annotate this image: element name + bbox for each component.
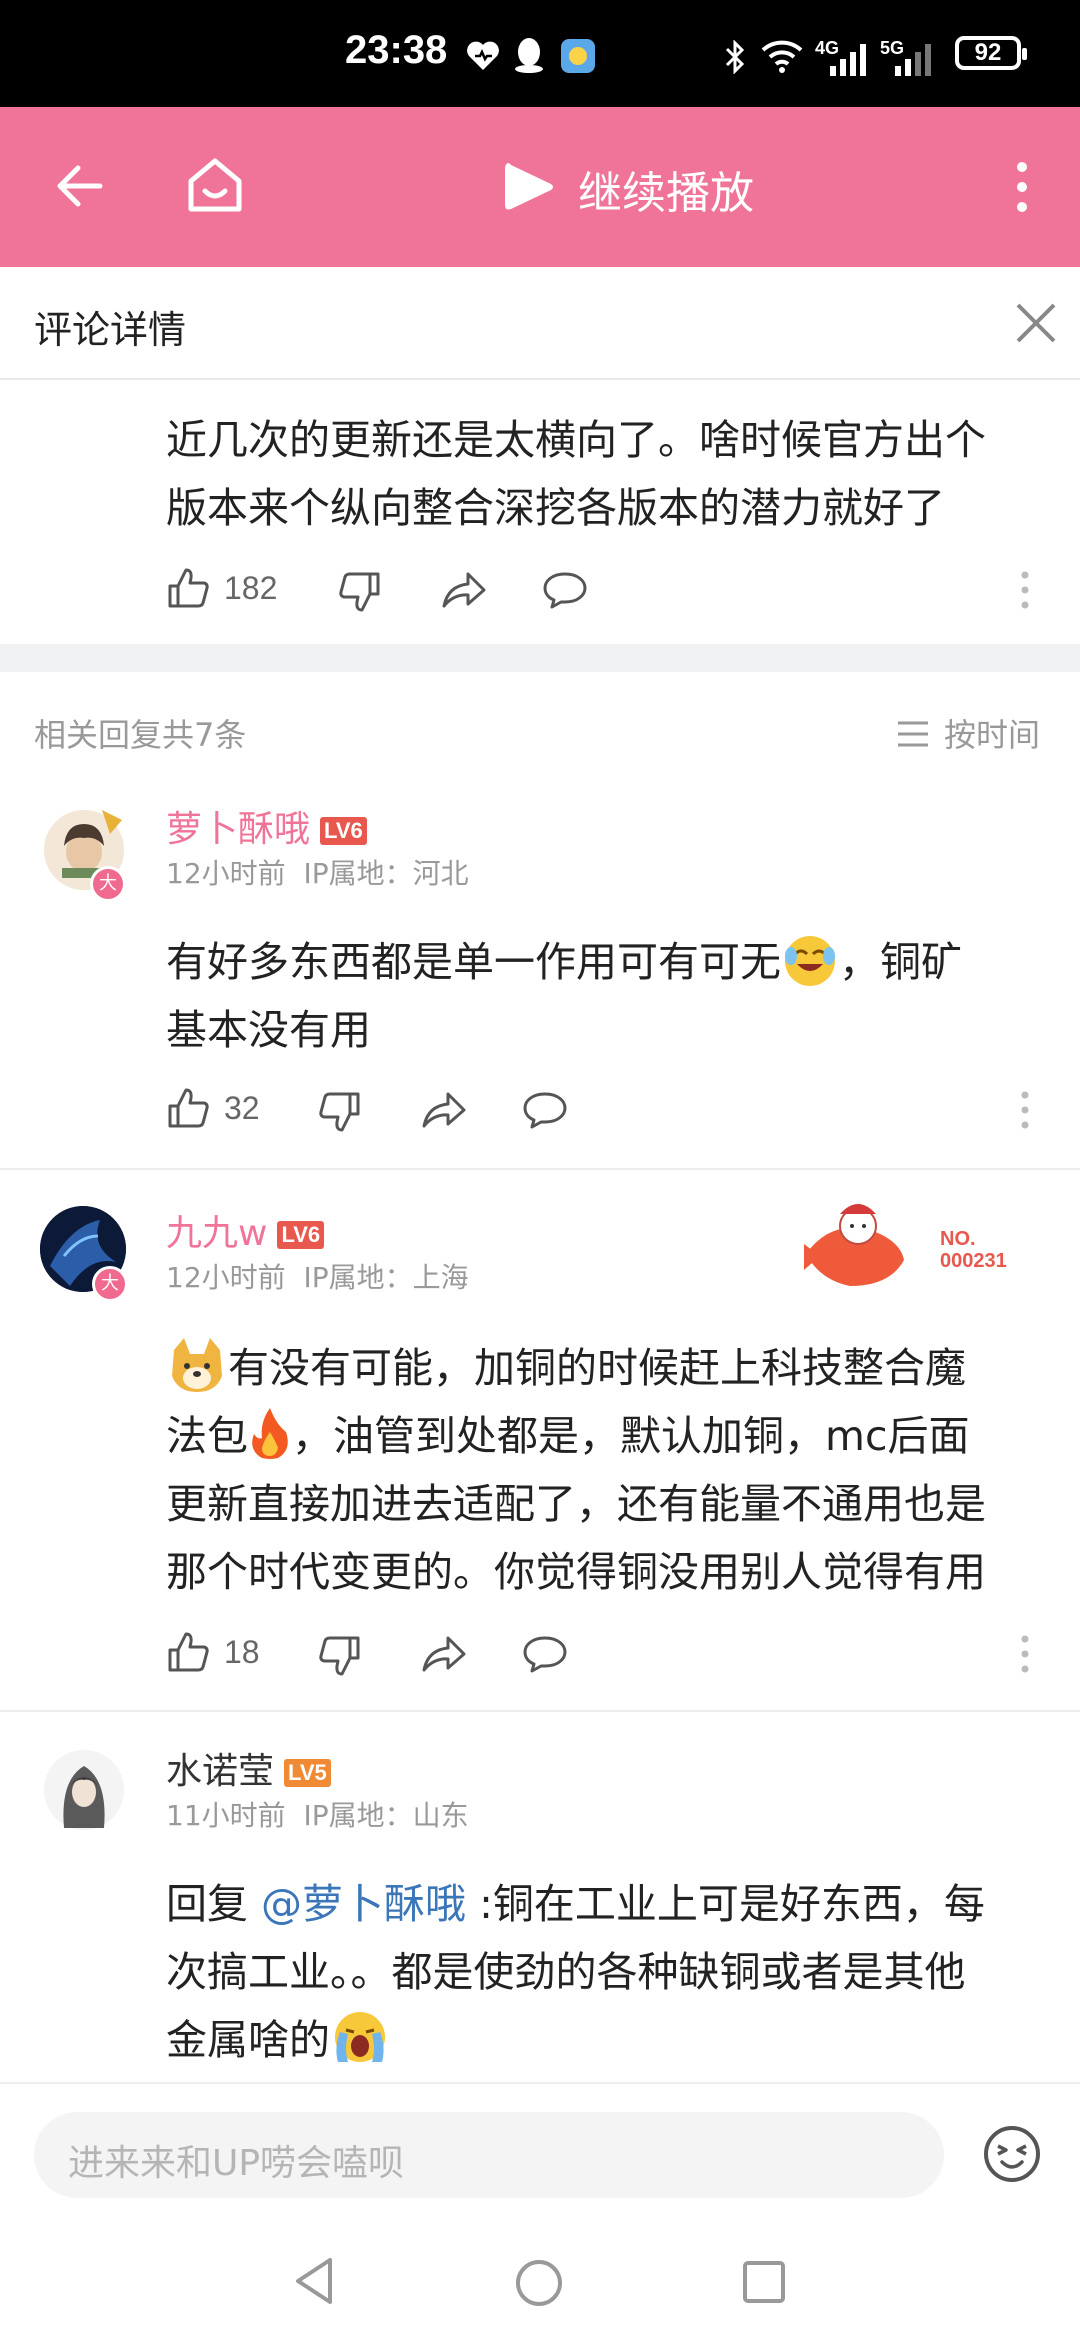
reply-meta: 11小时前 IP属地：山东: [166, 1799, 469, 1832]
replies-count: 相关回复共7条: [34, 716, 247, 754]
back-arrow-icon[interactable]: [52, 159, 106, 213]
signal-icon-2: [895, 44, 931, 76]
reply-text-line3: 金属啥的: [166, 2006, 390, 2074]
input-divider: [0, 2082, 1080, 2084]
nav-back-icon[interactable]: [292, 2256, 336, 2306]
reply-icon[interactable]: [542, 570, 588, 610]
reply-actions: 32: [166, 1086, 1046, 1136]
like-count: 182: [224, 570, 278, 606]
like-count: 32: [224, 1090, 260, 1126]
reply-text-line3: 更新直接加进去适配了，还有能量不通用也是: [166, 1480, 986, 1528]
dislike-icon[interactable]: [318, 1090, 362, 1134]
heart-icon: [467, 41, 499, 70]
like-icon[interactable]: [166, 1086, 210, 1130]
reply-item: 水诺莹 LV5 11小时前 IP属地：山东 回复 @萝卜酥哦 :铜在工业上可是好东…: [0, 1732, 1080, 2082]
fire-emoji-icon: [252, 1408, 288, 1459]
signal-icon: [830, 44, 866, 76]
reply-icon[interactable]: [522, 1634, 568, 1674]
fan-number: NO. 000231: [940, 1228, 1007, 1272]
fan-badge-image: [804, 1204, 904, 1286]
divider: [0, 1168, 1080, 1170]
level-badge: LV6: [277, 1221, 325, 1249]
comment-detail-header: 评论详情: [0, 267, 1080, 380]
vip-badge: 大: [92, 1266, 128, 1302]
home-icon[interactable]: [185, 155, 245, 215]
laughing-crying-emoji-icon: [785, 936, 835, 986]
level-badge: LV6: [320, 817, 367, 845]
more-icon[interactable]: [1020, 1634, 1030, 1674]
reply-text: 回复 @萝卜酥哦 :铜在工业上可是好东西，每: [166, 1880, 985, 1928]
reply-meta: 12小时前 IP属地：上海: [166, 1261, 469, 1294]
close-icon[interactable]: [1014, 301, 1058, 345]
play-icon[interactable]: [503, 159, 555, 215]
page-title: 评论详情: [34, 308, 187, 352]
nav-home-icon[interactable]: [514, 2258, 564, 2308]
vip-badge: 大: [90, 866, 126, 902]
share-icon[interactable]: [440, 568, 488, 612]
reply-item: 大 萝卜酥哦 LV6 12小时前 IP属地：河北 有好多东西都是单一作用可有可无，…: [0, 790, 1080, 1170]
username[interactable]: 水诺莹 LV5: [166, 1742, 331, 1794]
reply-icon[interactable]: [522, 1090, 568, 1130]
username[interactable]: 九九w LV6: [166, 1204, 325, 1256]
reply-text-line2: 法包 ，油管到处都是，默认加铜，mc后面: [166, 1402, 969, 1470]
like-icon[interactable]: [166, 1630, 210, 1674]
weather-app-icon: [561, 39, 595, 73]
main-comment-text: 近几次的更新还是太横向了。啥时候官方出个 版本来个纵向整合深挖各版本的潜力就好了: [166, 416, 986, 532]
nav-recents-icon[interactable]: [742, 2260, 786, 2304]
top-bar: 继续播放: [0, 107, 1080, 267]
doge-emoji-icon: [172, 1338, 222, 1392]
more-vertical-icon[interactable]: [1010, 159, 1034, 215]
sort-by-time-button[interactable]: 按时间: [894, 710, 1054, 754]
crying-emoji-icon: [335, 2012, 385, 2062]
comment-input-placeholder: 进来来和UP唠会嗑呗: [68, 2143, 405, 2184]
emoji-picker-icon[interactable]: [982, 2124, 1042, 2184]
reply-actions: 18: [166, 1630, 1046, 1680]
username[interactable]: 萝卜酥哦 LV6: [166, 800, 367, 852]
reply-text-line2: 基本没有用: [166, 1006, 371, 1054]
qq-icon: [515, 38, 543, 73]
more-icon[interactable]: [1020, 1090, 1030, 1130]
comment-input[interactable]: 进来来和UP唠会嗑呗: [34, 2112, 944, 2198]
divider: [0, 1710, 1080, 1712]
reply-text: 有好多东西都是单一作用可有可无 ，铜矿: [166, 928, 962, 996]
share-icon[interactable]: [420, 1088, 468, 1132]
battery-indicator: 92: [955, 36, 1027, 70]
dislike-icon[interactable]: [318, 1634, 362, 1678]
reply-text: 有没有可能，加铜的时候赶上科技整合魔: [166, 1334, 966, 1402]
more-icon[interactable]: [1020, 570, 1030, 610]
system-nav-bar: [0, 2210, 1080, 2338]
avatar-image: [44, 1750, 124, 1830]
reply-text-line4: 那个时代变更的。你觉得铜没用别人觉得有用: [166, 1548, 986, 1596]
avatar[interactable]: [44, 1750, 124, 1830]
bluetooth-icon: [725, 40, 745, 74]
reply-text-line2: 次搞工业。。都是使劲的各种缺铜或者是其他: [166, 1948, 966, 1996]
reply-item: 大 九九w LV6 12小时前 IP属地：上海 NO. 000231 有没有可能，…: [0, 1190, 1080, 1710]
section-separator: [0, 644, 1080, 672]
like-icon[interactable]: [166, 566, 210, 610]
status-time: 23:38: [345, 28, 448, 72]
continue-play-button[interactable]: 继续播放: [578, 157, 754, 221]
like-count: 18: [224, 1634, 260, 1670]
list-icon: [898, 721, 928, 747]
main-comment-actions: 182: [166, 566, 1046, 616]
share-icon[interactable]: [420, 1632, 468, 1676]
level-badge: LV5: [284, 1759, 331, 1787]
status-bar: 23:38 4G 5G 92: [0, 0, 1080, 107]
wifi-icon: [761, 40, 803, 73]
reply-meta: 12小时前 IP属地：河北: [166, 857, 469, 890]
dislike-icon[interactable]: [338, 570, 382, 614]
mention-link[interactable]: @萝卜酥哦: [261, 1880, 466, 1928]
